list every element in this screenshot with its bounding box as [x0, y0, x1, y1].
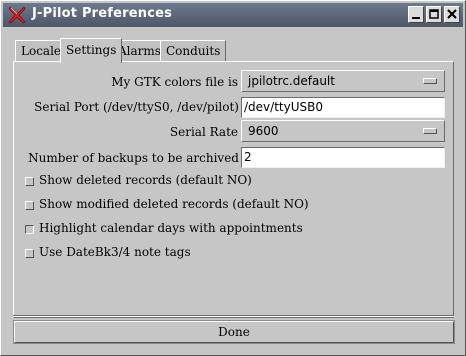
checkbox-indicator[interactable]	[25, 225, 34, 234]
serial-port-label: Serial Port (/dev/ttyS0, /dev/pilot)	[34, 100, 239, 114]
separator	[13, 315, 454, 317]
maximize-icon	[429, 9, 439, 19]
serial-rate-select[interactable]: 9600	[241, 120, 445, 142]
checkbox-indicator[interactable]	[25, 249, 34, 258]
tab-conduits[interactable]: Conduits	[160, 40, 227, 62]
serial-port-field[interactable]: /dev/ttyUSB0	[241, 97, 445, 118]
gtk-colors-value: jpilotrc.default	[248, 74, 335, 88]
minimize-button[interactable]	[408, 6, 424, 23]
option-menu-indicator-icon	[423, 128, 437, 134]
option-menu-indicator-icon	[423, 78, 437, 84]
jpilot-x-icon	[7, 5, 27, 25]
maximize-button[interactable]	[426, 6, 442, 23]
checkbox-label[interactable]: Use DateBk3/4 note tags	[39, 245, 191, 259]
done-button[interactable]: Done	[14, 321, 454, 343]
checkbox-label[interactable]: Show deleted records (default NO)	[39, 173, 252, 187]
checkbox-indicator[interactable]	[25, 177, 34, 186]
backups-field[interactable]: 2	[241, 147, 445, 168]
minimize-icon	[412, 17, 420, 19]
window-title: J-Pilot Preferences	[32, 6, 173, 21]
checkbox-label[interactable]: Show modified deleted records (default N…	[39, 197, 309, 211]
close-icon	[447, 9, 457, 19]
gtk-colors-label: My GTK colors file is	[111, 75, 238, 89]
serial-rate-label: Serial Rate	[169, 125, 238, 139]
title-bar[interactable]: J-Pilot Preferences	[3, 3, 463, 27]
preferences-window: J-Pilot Preferences Locale Settings Alar…	[0, 0, 466, 356]
tab-settings[interactable]: Settings	[60, 38, 123, 63]
close-button[interactable]	[444, 6, 460, 23]
checkbox-indicator[interactable]	[25, 201, 34, 210]
backups-label: Number of backups to be archived	[28, 151, 239, 165]
serial-rate-value: 9600	[248, 124, 279, 138]
checkbox-label[interactable]: Highlight calendar days with appointment…	[39, 221, 303, 235]
gtk-colors-select[interactable]: jpilotrc.default	[241, 70, 445, 92]
